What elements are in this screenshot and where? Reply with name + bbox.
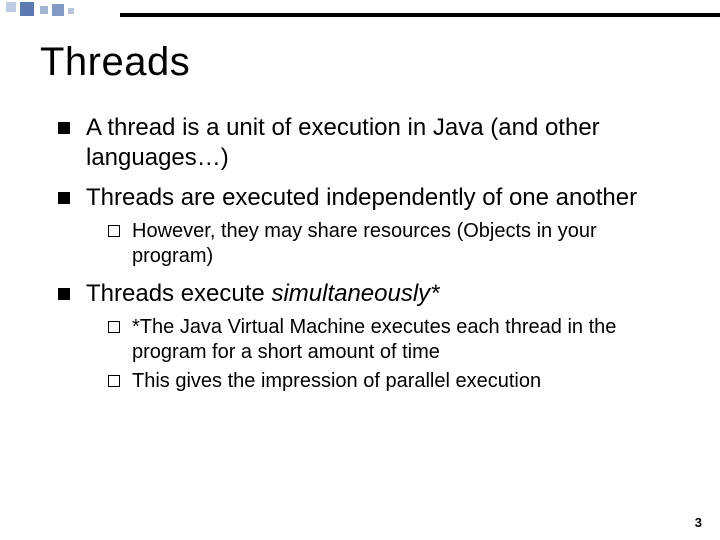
slide-title: Threads — [40, 40, 680, 85]
sub-bullet-lead: *The — [132, 316, 180, 338]
top-accent-bar — [0, 0, 720, 18]
sub-bullet-lead: However, — [132, 220, 221, 242]
accent-square — [52, 4, 64, 16]
bullet-text: A thread is a unit of execution in Java … — [86, 114, 600, 171]
accent-square — [40, 6, 48, 14]
accent-line — [120, 13, 720, 17]
accent-square — [68, 8, 74, 14]
page-number: 3 — [695, 515, 702, 530]
bullet-list: A thread is a unit of execution in Java … — [40, 113, 680, 394]
sub-bullet-list: However, they may share resources (Objec… — [86, 219, 680, 269]
sub-bullet-lead: This — [132, 370, 175, 392]
accent-square — [20, 2, 34, 16]
sub-bullet-text: gives the impression of parallel executi… — [175, 370, 541, 392]
sub-bullet-item: This gives the impression of parallel ex… — [108, 369, 680, 394]
sub-bullet-item: *The Java Virtual Machine executes each … — [108, 315, 680, 365]
bullet-item: A thread is a unit of execution in Java … — [58, 113, 680, 173]
sub-bullet-text: Java Virtual Machine executes each threa… — [132, 316, 616, 363]
sub-bullet-item: However, they may share resources (Objec… — [108, 219, 680, 269]
bullet-text: Threads are executed independently of on… — [86, 184, 637, 211]
bullet-italic: simultaneously* — [271, 280, 439, 307]
bullet-lead: Threads execute — [86, 280, 271, 307]
bullet-item: Threads are executed independently of on… — [58, 183, 680, 269]
accent-square — [6, 2, 16, 12]
accent-squares — [0, 0, 120, 18]
bullet-item: Threads execute simultaneously* *The Jav… — [58, 279, 680, 394]
sub-bullet-list: *The Java Virtual Machine executes each … — [86, 315, 680, 394]
slide-body: Threads A thread is a unit of execution … — [40, 40, 680, 520]
